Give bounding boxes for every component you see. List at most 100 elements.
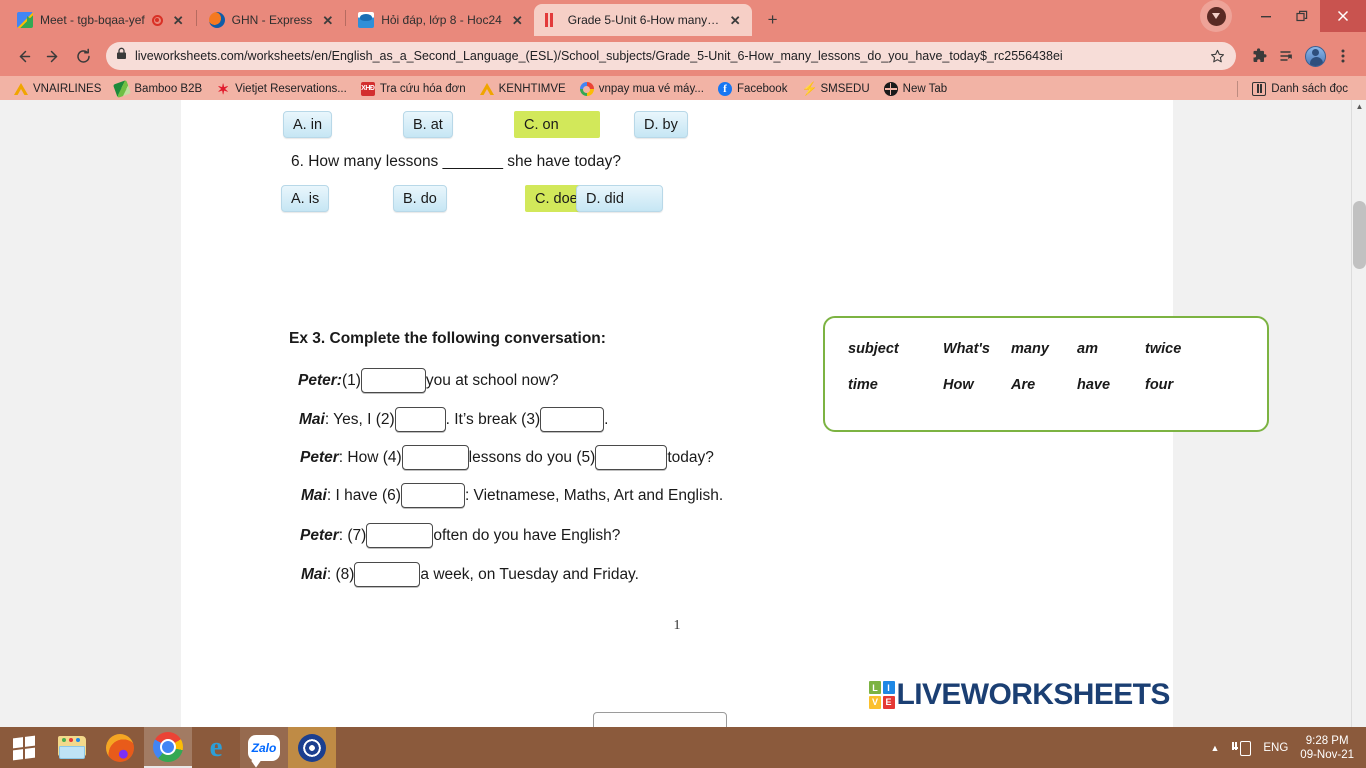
line-text-before: : (7)	[338, 526, 367, 544]
answer-blank-8[interactable]	[354, 562, 421, 587]
choice-q6-a[interactable]: A. is	[281, 185, 330, 212]
speaker-label: Mai	[301, 486, 327, 504]
bookmark-vnairlines[interactable]: VNAIRLINES	[8, 81, 107, 97]
facebook-icon: f	[717, 82, 732, 96]
new-tab-button[interactable]: +	[760, 7, 786, 33]
bookmark-smsedu[interactable]: ⚡ SMSEDU	[795, 80, 875, 98]
choice-q5-a[interactable]: A. in	[283, 111, 333, 138]
taskbar-file-explorer[interactable]	[48, 727, 96, 768]
bottom-toolbar-widget[interactable]	[593, 712, 727, 727]
forward-arrow-icon[interactable]	[40, 43, 66, 69]
answer-blank-4[interactable]	[401, 445, 469, 470]
choice-q5-c[interactable]: C. on	[514, 111, 600, 138]
bookmark-new-tab[interactable]: New Tab	[878, 80, 954, 98]
line-text-tail: .	[604, 410, 609, 428]
line-text-after: often do you have English?	[433, 526, 621, 544]
tab-close-icon[interactable]: ✕	[509, 12, 526, 29]
reading-list-button[interactable]: Danh sách đọc	[1246, 80, 1354, 98]
reload-icon[interactable]	[70, 43, 96, 69]
battery-charging-icon[interactable]	[1231, 740, 1252, 756]
scroll-up-arrow-icon[interactable]: ▲	[1352, 102, 1366, 111]
line-text-after: a week, on Tuesday and Friday.	[420, 565, 639, 583]
camera-icon	[298, 733, 326, 762]
reading-list-icon[interactable]	[1274, 43, 1300, 69]
taskbar-firefox[interactable]	[96, 727, 144, 768]
browser-tab-hoc24[interactable]: Hỏi đáp, lớp 8 - Hoc24 ✕	[347, 4, 534, 36]
answer-blank-1[interactable]	[360, 368, 426, 393]
conversation-line-1: Peter: (1) you at school now?	[298, 368, 559, 393]
line-text-after: . It’s break (3)	[445, 410, 541, 428]
conversation-line-4: Mai : I have (6) : Vietnamese, Maths, Ar…	[301, 483, 723, 508]
line-text-after: lessons do you (5)	[468, 448, 596, 466]
word-bank-word: many	[1011, 341, 1049, 357]
bookmark-vietjet-reservations[interactable]: ✶ Vietjet Reservations...	[210, 80, 353, 98]
speaker-label: Mai	[299, 410, 325, 428]
bookmark-kenhtimve[interactable]: KENHTIMVE	[474, 81, 572, 97]
tab-title: Meet - tgb-bqaa-yef	[40, 13, 145, 27]
window-controls	[1200, 0, 1366, 32]
answer-blank-7[interactable]	[366, 523, 434, 548]
back-arrow-icon[interactable]	[10, 43, 36, 69]
word-bank-word: How	[943, 377, 974, 393]
answer-blank-2[interactable]	[394, 407, 446, 432]
google-icon	[579, 82, 594, 96]
hoadon-icon: XHĐ	[360, 82, 375, 96]
taskbar-chrome[interactable]	[144, 727, 192, 768]
kenhtimve-icon	[479, 83, 494, 96]
tab-strip: Meet - tgb-bqaa-yef ✕ GHN - Express ✕ Hỏ…	[0, 0, 1366, 36]
profile-avatar-toolbar[interactable]	[1302, 43, 1328, 69]
taskbar-zalo[interactable]: Zalo	[240, 727, 288, 768]
taskbar-camera-app[interactable]	[288, 727, 336, 768]
address-bar[interactable]: liveworksheets.com/worksheets/en/English…	[106, 42, 1236, 70]
answer-blank-6[interactable]	[400, 483, 465, 508]
scrollbar-thumb[interactable]	[1353, 201, 1366, 269]
choice-q6-b[interactable]: B. do	[393, 185, 447, 212]
word-bank-word: Are	[1011, 377, 1036, 393]
line-text-before: : Yes, I (2)	[324, 410, 395, 428]
choice-q5-b[interactable]: B. at	[403, 111, 453, 138]
bookmark-facebook[interactable]: f Facebook	[712, 80, 794, 98]
bookmark-vnpay[interactable]: vnpay mua vé máy...	[574, 80, 710, 98]
word-bank-word: have	[1077, 377, 1111, 393]
puzzle-icon[interactable]	[1246, 43, 1272, 69]
bookmark-tra-cuu-hoa-don[interactable]: XHĐ Tra cứu hóa đơn	[355, 80, 472, 98]
restore-icon[interactable]	[1284, 0, 1320, 32]
language-indicator[interactable]: ENG	[1263, 742, 1288, 754]
page-scrollbar[interactable]: ▲	[1351, 100, 1366, 727]
word-bank-row: subject What's many am twice	[825, 341, 1267, 357]
profile-avatar[interactable]	[1200, 0, 1232, 32]
taskbar-internet-explorer[interactable]: e	[192, 727, 240, 768]
three-dot-menu-icon[interactable]	[1330, 43, 1356, 69]
bookmark-bamboo-b2b[interactable]: Bamboo B2B	[109, 80, 208, 98]
ghn-express-icon	[208, 12, 225, 28]
clock[interactable]: 9:28 PM 09-Nov-21	[1300, 734, 1354, 762]
bookmark-label: vnpay mua vé máy...	[598, 83, 704, 95]
bookmark-label: SMSEDU	[820, 83, 870, 95]
tab-close-icon[interactable]: ✕	[727, 12, 744, 29]
browser-tab-meet[interactable]: Meet - tgb-bqaa-yef ✕	[6, 4, 195, 36]
liveworksheets-logo: L I V E LIVEWORKSHEETS	[869, 678, 1170, 712]
star-icon[interactable]	[1208, 43, 1226, 69]
firefox-icon	[106, 733, 134, 762]
word-bank-word: four	[1145, 377, 1174, 393]
reading-list-label: Danh sách đọc	[1271, 83, 1348, 95]
word-bank-row: time How Are have four	[825, 377, 1267, 393]
tab-title: GHN - Express	[231, 13, 313, 27]
tab-close-icon[interactable]: ✕	[319, 12, 336, 29]
recording-indicator-icon[interactable]	[151, 14, 163, 26]
minimize-icon[interactable]	[1248, 0, 1284, 32]
choice-q5-d[interactable]: D. by	[634, 111, 688, 138]
choice-q6-d[interactable]: D. did	[576, 185, 663, 212]
browser-tab-ghn[interactable]: GHN - Express ✕	[198, 4, 345, 36]
answer-blank-3[interactable]	[540, 407, 605, 432]
folder-icon	[58, 736, 86, 759]
conversation-line-2: Mai : Yes, I (2) . It’s break (3) .	[299, 407, 608, 432]
speaker-label: Peter	[300, 448, 339, 466]
line-text-after: : Vietnamese, Maths, Art and English.	[464, 486, 724, 504]
start-button[interactable]	[0, 727, 48, 768]
answer-blank-5[interactable]	[595, 445, 668, 470]
close-icon[interactable]	[1320, 0, 1366, 32]
show-hidden-icons-icon[interactable]: ▲	[1210, 743, 1219, 753]
tab-close-icon[interactable]: ✕	[170, 12, 187, 29]
browser-tab-liveworksheets[interactable]: Grade 5-Unit 6-How many lesson ✕	[533, 4, 752, 36]
